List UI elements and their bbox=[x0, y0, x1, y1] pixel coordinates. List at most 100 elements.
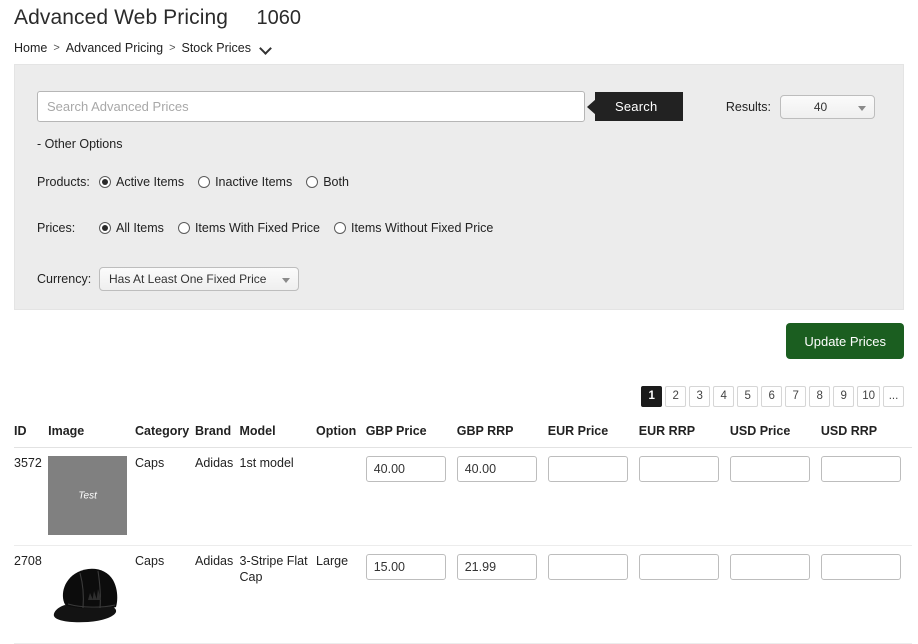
input-gbp-price[interactable] bbox=[365, 456, 446, 482]
radio-label: Inactive Items bbox=[215, 175, 293, 189]
breadcrumb-separator: > bbox=[53, 42, 60, 54]
pagination-page-1[interactable]: 1 bbox=[641, 386, 663, 407]
input-gbp-rrp[interactable] bbox=[456, 554, 537, 580]
results-per-page-select[interactable]: 40 bbox=[780, 95, 875, 119]
chevron-down-icon bbox=[282, 278, 290, 283]
table-body: 3572 Test Caps Adidas 1st model 40.00 40… bbox=[14, 447, 912, 644]
radio-products-inactive-items[interactable]: Inactive Items bbox=[198, 175, 292, 189]
cell-brand: Adidas bbox=[195, 545, 240, 644]
cell-image: Test bbox=[48, 447, 136, 546]
cell-brand: Adidas bbox=[195, 447, 240, 546]
results-label: Results: bbox=[725, 100, 771, 114]
cell-model: 1st model bbox=[239, 447, 317, 546]
cell-gbp-rrp bbox=[456, 447, 548, 546]
breadcrumb-item-stock-prices[interactable]: Stock Prices bbox=[182, 41, 251, 55]
input-usd-rrp[interactable] bbox=[820, 456, 901, 482]
column-header-eur-rrp: EUR RRP bbox=[638, 418, 730, 448]
radio-products-active-items[interactable]: Active Items bbox=[99, 175, 184, 189]
table-header: ID Image Category Brand Model Option GBP… bbox=[14, 418, 912, 448]
cell-model: 3-Stripe Flat Cap bbox=[239, 545, 317, 644]
radio-prices-all-items[interactable]: All Items bbox=[99, 221, 164, 235]
cell-gbp-price bbox=[365, 447, 457, 546]
cell-eur-price bbox=[547, 545, 639, 644]
cell-gbp-price bbox=[365, 545, 457, 644]
pagination-page-5[interactable]: 5 bbox=[737, 386, 759, 407]
input-eur-rrp[interactable] bbox=[638, 456, 719, 482]
search-input[interactable] bbox=[37, 91, 585, 122]
column-header-id: ID bbox=[14, 418, 49, 448]
filter-panel: Search Results: 40 - Other Options Produ… bbox=[14, 64, 904, 310]
breadcrumb-item-advanced-pricing[interactable]: Advanced Pricing bbox=[66, 41, 163, 55]
input-usd-rrp[interactable] bbox=[820, 554, 901, 580]
input-gbp-price[interactable] bbox=[365, 554, 446, 580]
radio-icon bbox=[177, 222, 190, 234]
breadcrumb-item-home[interactable]: Home bbox=[14, 41, 47, 55]
cell-eur-price bbox=[547, 447, 639, 546]
radio-label: Items With Fixed Price bbox=[194, 221, 320, 235]
search-arrow-icon bbox=[587, 98, 596, 115]
radio-icon bbox=[198, 176, 211, 188]
pagination-page-4[interactable]: 4 bbox=[713, 386, 735, 407]
pagination-page-3[interactable]: 3 bbox=[689, 386, 711, 407]
input-eur-price[interactable] bbox=[547, 554, 628, 580]
column-header-image: Image bbox=[48, 418, 136, 448]
column-header-gbp-rrp: GBP RRP bbox=[456, 418, 548, 448]
update-prices-button[interactable]: Update Prices bbox=[786, 323, 904, 359]
cell-option: Large bbox=[316, 545, 366, 644]
pagination-page-2[interactable]: 2 bbox=[665, 386, 687, 407]
cell-option bbox=[316, 447, 366, 546]
pagination-more[interactable]: ... bbox=[883, 386, 904, 407]
record-count: 1060 bbox=[256, 7, 302, 29]
chevron-down-icon[interactable] bbox=[261, 43, 272, 54]
pagination-page-9[interactable]: 9 bbox=[833, 386, 855, 407]
radio-prices-without-fixed-price[interactable]: Items Without Fixed Price bbox=[333, 221, 494, 235]
cell-usd-price bbox=[729, 447, 821, 546]
product-image-cap bbox=[48, 554, 128, 633]
currency-select[interactable]: Has At Least One Fixed Price bbox=[99, 267, 299, 291]
radio-label: Items Without Fixed Price bbox=[350, 221, 494, 235]
radio-label: Both bbox=[323, 175, 349, 189]
radio-icon bbox=[306, 176, 319, 188]
radio-icon bbox=[99, 222, 111, 234]
cap-icon bbox=[48, 554, 128, 633]
products-label: Products: bbox=[37, 175, 90, 189]
radio-products-both[interactable]: Both bbox=[306, 175, 349, 189]
pagination-page-10[interactable]: 10 bbox=[857, 386, 880, 407]
radio-icon bbox=[333, 222, 346, 234]
radio-prices-with-fixed-price[interactable]: Items With Fixed Price bbox=[177, 221, 320, 235]
results-per-page-value: 40 bbox=[813, 100, 828, 114]
input-usd-price[interactable] bbox=[729, 456, 810, 482]
cell-gbp-rrp bbox=[456, 545, 548, 644]
pagination-page-7[interactable]: 7 bbox=[785, 386, 807, 407]
page-title: Advanced Web Pricing bbox=[14, 6, 229, 29]
prices-label: Prices: bbox=[37, 221, 76, 235]
column-header-brand: Brand bbox=[195, 418, 240, 448]
pagination-page-8[interactable]: 8 bbox=[809, 386, 831, 407]
pagination-page-6[interactable]: 6 bbox=[761, 386, 783, 407]
radio-label: All Items bbox=[116, 221, 164, 235]
pagination: 1 2 3 4 5 6 7 8 9 10 ... bbox=[641, 386, 904, 407]
column-header-gbp-price: GBP Price bbox=[365, 418, 457, 448]
product-image-alt-text: Test bbox=[78, 490, 97, 501]
cell-id: 3572 bbox=[14, 447, 49, 546]
currency-label: Currency: bbox=[37, 272, 92, 286]
table-header-row: ID Image Category Brand Model Option GBP… bbox=[14, 418, 912, 448]
input-usd-price[interactable] bbox=[729, 554, 810, 580]
input-eur-rrp[interactable] bbox=[638, 554, 719, 580]
search-row: Search bbox=[37, 91, 684, 122]
currency-value: Has At Least One Fixed Price bbox=[109, 272, 267, 286]
prices-filter-row: Prices: All Items Items With Fixed Price… bbox=[37, 221, 507, 235]
cell-usd-price bbox=[729, 545, 821, 644]
radio-icon bbox=[99, 176, 111, 188]
results-per-page-group: Results: 40 bbox=[726, 95, 875, 119]
other-options-toggle[interactable]: - Other Options bbox=[37, 137, 122, 151]
column-header-category: Category bbox=[135, 418, 196, 448]
table-row: 2708 Caps Adidas 3-Stripe Flat Cap Large… bbox=[14, 545, 912, 644]
input-eur-price[interactable] bbox=[547, 456, 628, 482]
column-header-usd-price: USD Price bbox=[729, 418, 821, 448]
search-button[interactable]: Search bbox=[595, 92, 684, 121]
product-image-placeholder: Test bbox=[48, 456, 128, 535]
input-gbp-rrp[interactable] bbox=[456, 456, 537, 482]
breadcrumb-separator: > bbox=[169, 42, 176, 54]
column-header-eur-price: EUR Price bbox=[547, 418, 639, 448]
